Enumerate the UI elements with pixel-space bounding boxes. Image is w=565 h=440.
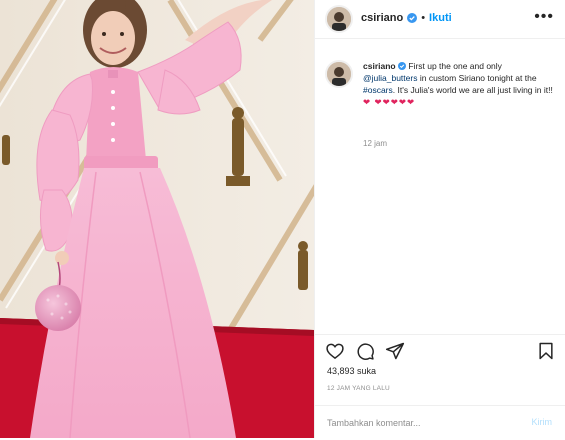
post-photo[interactable] — [0, 0, 314, 438]
comment-input[interactable] — [327, 415, 507, 431]
comments-section: csiriano First up the one and only @juli… — [315, 44, 565, 334]
paper-plane-icon[interactable] — [385, 341, 405, 361]
caption-text-middle: in custom Siriano tonight at the — [419, 73, 537, 83]
post-date[interactable]: 12 JAM YANG LALU — [327, 385, 390, 392]
post-actions: 43,893 suka 12 JAM YANG LALU Kirim — [315, 334, 565, 439]
separator-dot: • — [421, 12, 426, 24]
bookmark-icon[interactable] — [536, 341, 556, 361]
mention-link[interactable]: @julia_butters — [363, 73, 417, 83]
author-avatar[interactable] — [325, 5, 353, 33]
post-caption: csiriano First up the one and only @juli… — [363, 60, 555, 108]
post-sidebar: csiriano • Ikuti ••• csiriano First up t… — [314, 0, 565, 438]
caption-avatar[interactable] — [325, 60, 353, 88]
more-options-icon[interactable]: ••• — [534, 8, 554, 26]
follow-button[interactable]: Ikuti — [429, 12, 452, 24]
post-header: csiriano • Ikuti ••• — [315, 0, 565, 39]
likes-count[interactable]: 43,893 suka — [327, 366, 376, 376]
post-comment-button[interactable]: Kirim — [532, 417, 553, 427]
verified-badge-icon — [397, 62, 406, 70]
heart-emojis: ❤ ❤❤❤❤❤ — [363, 97, 416, 107]
hashtag-link[interactable]: #oscars — [363, 85, 393, 95]
comment-bubble-icon[interactable] — [355, 341, 375, 361]
heart-outline-icon[interactable] — [325, 341, 345, 361]
caption-text: First up the one and only — [408, 61, 502, 71]
comment-timestamp[interactable]: 12 jam — [363, 139, 387, 148]
author-username[interactable]: csiriano — [361, 12, 403, 24]
header-user: csiriano • Ikuti — [361, 12, 452, 24]
caption-username[interactable]: csiriano — [363, 61, 396, 71]
instagram-post-view: csiriano • Ikuti ••• csiriano First up t… — [0, 0, 565, 438]
add-comment-bar: Kirim — [315, 405, 565, 440]
verified-badge-icon — [407, 13, 418, 23]
caption-text-end: . It's Julia's world we are all just liv… — [392, 85, 553, 95]
